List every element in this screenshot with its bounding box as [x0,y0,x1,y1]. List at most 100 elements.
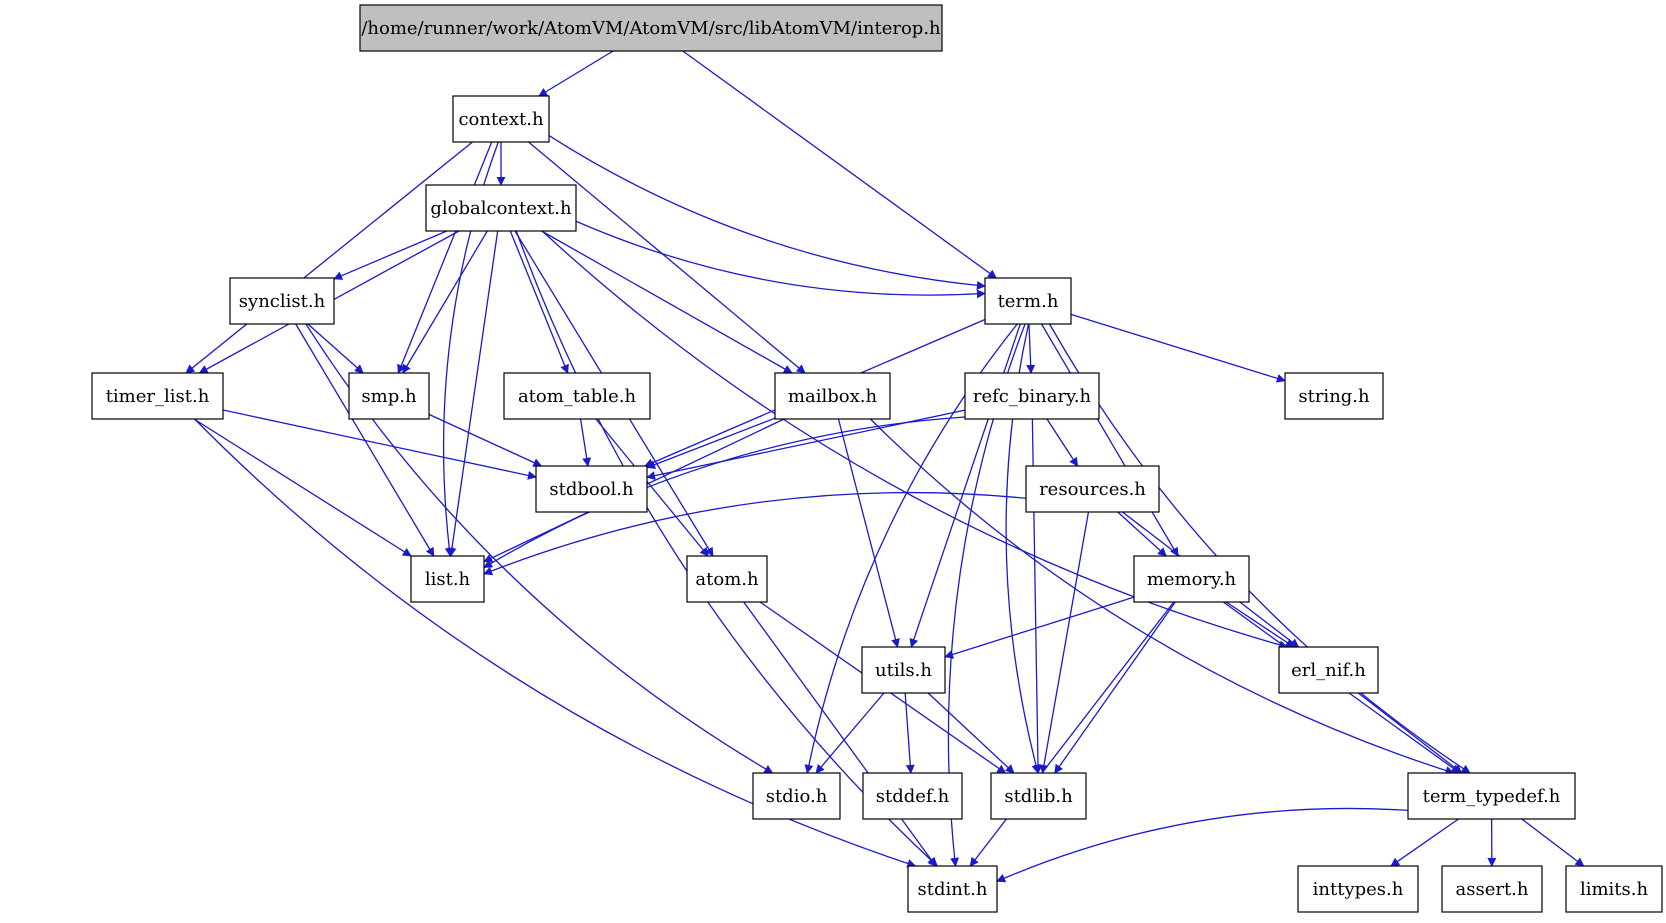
edge-utils-to-stdio [815,692,885,774]
node-label: /home/runner/work/AtomVM/AtomVM/src/libA… [361,18,941,39]
edge-term_typedef-to-inttypes [1390,818,1459,867]
node-mailbox[interactable]: mailbox.h [774,372,891,420]
node-erl-nif[interactable]: erl_nif.h [1278,646,1379,694]
node-label: timer_list.h [106,386,210,407]
edge-globalcontext-to-stdint [515,230,938,867]
node-label: resources.h [1039,479,1146,500]
edge-refc_binary-to-stdbool [646,409,966,481]
edge-atom_table-to-stdbool [579,418,592,467]
edge-globalcontext-to-synclist [333,230,448,280]
edge-timer_list-to-list [193,418,412,557]
edge-path [927,692,1015,774]
node-label: smp.h [361,386,417,407]
node-label: stddef.h [876,786,950,807]
edge-path [815,692,885,774]
node-smp[interactable]: smp.h [348,372,430,420]
edge-globalcontext-to-atom_table [509,230,569,374]
node-label: limits.h [1580,879,1649,900]
edge-path [1521,818,1585,867]
node-label: term.h [998,291,1059,312]
node-label: atom.h [695,569,759,590]
node-label: stdint.h [918,879,988,900]
edge-path [837,418,900,648]
edge-path [646,409,966,481]
edge-path [1357,692,1463,774]
edge-path [579,418,592,467]
edge-synclist-to-smp [307,323,364,374]
node-list[interactable]: list.h [410,555,485,603]
node-label: inttypes.h [1313,879,1404,900]
node-stdlib[interactable]: stdlib.h [990,772,1087,820]
node-globalcontext[interactable]: globalcontext.h [425,184,577,232]
include-dependency-graph: /home/runner/work/AtomVM/AtomVM/src/libA… [91,4,1663,913]
node-timer-list[interactable]: timer_list.h [91,372,224,420]
node-label: globalcontext.h [430,198,572,219]
edge-refc_binary-to-resources [1046,418,1079,467]
edge-path [1054,601,1176,774]
edge-path [333,230,448,280]
node-label: synclist.h [239,291,326,312]
edge-path [538,50,614,97]
edge-path [1070,313,1286,383]
edge-term-to-term_typedef [1048,323,1471,774]
edge-context-to-timer_list [185,141,473,374]
edge-path [528,141,806,374]
node-inttypes[interactable]: inttypes.h [1297,865,1419,913]
node-term[interactable]: term.h [984,277,1072,325]
node-label: utils.h [875,660,932,681]
node-stddef[interactable]: stddef.h [862,772,963,820]
node-resources[interactable]: resources.h [1025,465,1160,513]
edge-globalcontext-to-mailbox [541,230,793,374]
edge-term_typedef-to-limits [1521,818,1585,867]
node-label: memory.h [1147,569,1237,590]
node-refc-binary[interactable]: refc_binary.h [964,372,1100,420]
node-stdint[interactable]: stdint.h [907,865,998,913]
edge-path [541,230,793,374]
edge-path [307,323,364,374]
node-atom-table[interactable]: atom_table.h [503,372,651,420]
node-interop[interactable]: /home/runner/work/AtomVM/AtomVM/src/libA… [359,4,943,52]
edge-interop-to-context [538,50,614,97]
node-utils[interactable]: utils.h [861,646,946,694]
node-label: context.h [458,109,544,130]
edges-layer [185,50,1585,883]
edge-path [509,230,569,374]
node-context[interactable]: context.h [452,95,550,143]
node-assert[interactable]: assert.h [1441,865,1543,913]
node-label: mailbox.h [788,386,878,407]
edge-term-to-refc_binary [1026,323,1036,374]
node-term-typedef[interactable]: term_typedef.h [1407,772,1576,820]
edge-path [1040,323,1179,557]
edge-path [682,50,997,279]
edge-path [193,418,412,557]
node-stdio[interactable]: stdio.h [752,772,841,820]
edge-term-to-string [1070,313,1286,383]
edge-atom-to-stdint [743,601,937,867]
edge-mailbox-to-utils [837,418,900,648]
edge-term-to-memory [1040,323,1179,557]
node-limits[interactable]: limits.h [1565,865,1663,913]
edge-path [185,141,473,374]
edge-interop-to-term [682,50,997,279]
edge-path [1048,323,1471,774]
node-synclist[interactable]: synclist.h [229,277,335,325]
node-label: list.h [425,569,471,590]
edge-context-to-term [548,135,986,290]
edge-path [743,601,937,867]
edge-path [515,230,938,867]
node-memory[interactable]: memory.h [1133,555,1250,603]
node-label: refc_binary.h [973,386,1092,407]
edge-erl_nif-to-term_typedef [1357,692,1463,774]
edge-globalcontext-to-smp [402,230,488,374]
edge-mailbox-to-stdbool [646,417,776,469]
node-stdbool[interactable]: stdbool.h [535,465,648,513]
node-label: stdbool.h [549,479,634,500]
node-label: atom_table.h [518,386,636,407]
nodes-layer: /home/runner/work/AtomVM/AtomVM/src/libA… [91,4,1663,913]
edge-path [1026,323,1036,374]
edge-path [1390,818,1459,867]
node-atom[interactable]: atom.h [686,555,768,603]
edge-path [969,601,1175,867]
node-string[interactable]: string.h [1284,372,1384,420]
edge-path [944,596,1135,659]
